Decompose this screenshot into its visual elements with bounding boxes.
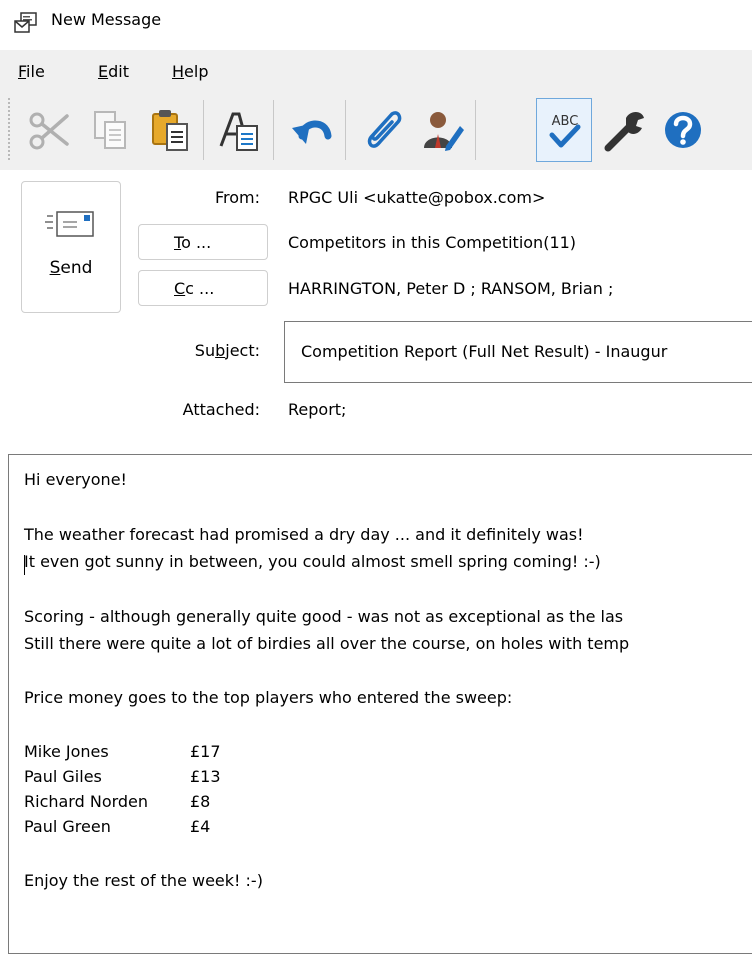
send-icon: [45, 211, 94, 237]
subject-label: Subject:: [150, 341, 260, 360]
sweep-player-amount: £4: [190, 817, 211, 836]
help-icon: [665, 112, 701, 148]
toolbar-grip[interactable]: [8, 98, 10, 162]
menu-bar: File Edit Help: [0, 50, 752, 90]
to-button-label: To ...: [174, 233, 211, 252]
undo-button[interactable]: [283, 98, 341, 162]
send-button[interactable]: Send: [21, 181, 121, 313]
to-button-accel: T: [174, 233, 182, 252]
sweep-player-amount: £13: [190, 767, 221, 786]
subject-value: Competition Report (Full Net Result) - I…: [301, 342, 668, 361]
toolbar-separator: [203, 100, 204, 160]
subject-label-accel: b: [215, 341, 226, 360]
message-body-editor[interactable]: Hi everyone! The weather forecast had pr…: [8, 454, 752, 954]
from-value: RPGC Uli <ukatte@pobox.com>: [288, 188, 546, 207]
title-bar: New Message: [0, 0, 752, 44]
cc-button-label: Cc ...: [174, 279, 214, 298]
attached-label: Attached:: [182, 400, 260, 419]
text-caret: [24, 555, 25, 575]
cc-button[interactable]: Cc ...: [138, 270, 268, 306]
menu-file-accel: F: [18, 62, 27, 81]
sweep-player-amount: £17: [190, 742, 221, 761]
menu-help-accel: H: [172, 62, 185, 81]
menu-edit-accel: E: [98, 62, 109, 81]
send-label-accel: S: [49, 258, 61, 278]
body-text-line: It even got sunny in between, you could …: [24, 552, 601, 571]
attached-value[interactable]: Report;: [288, 400, 346, 419]
toolbar: ABC: [0, 90, 752, 170]
menu-help[interactable]: Help: [172, 62, 208, 81]
spell-check-button[interactable]: ABC: [536, 98, 592, 162]
window-title: New Message: [51, 10, 162, 29]
sweep-player-name: Richard Norden: [24, 792, 149, 811]
undo-icon: [292, 120, 332, 144]
font-icon: [219, 112, 258, 151]
subject-label-pre: Su: [194, 341, 216, 360]
toolbar-separator: [345, 100, 346, 160]
sweep-player-amount: £8: [190, 792, 211, 811]
new-message-icon: [14, 12, 38, 34]
send-label: Send: [22, 258, 120, 278]
menu-file[interactable]: File: [18, 62, 45, 81]
cc-value[interactable]: HARRINGTON, Peter D ; RANSOM, Brian ;: [288, 279, 613, 298]
cc-button-accel: C: [174, 279, 186, 298]
menu-file-label: ile: [26, 62, 45, 81]
body-text-line: The weather forecast had promised a dry …: [24, 525, 584, 544]
from-label: From:: [214, 188, 260, 207]
toolbar-separator: [273, 100, 274, 160]
to-button-rest: o ...: [181, 233, 212, 252]
sweep-player-name: Paul Green: [24, 817, 111, 836]
to-button[interactable]: To ...: [138, 224, 268, 260]
to-value[interactable]: Competitors in this Competition(11): [288, 233, 576, 252]
body-text-line: Still there were quite a lot of birdies …: [24, 634, 630, 653]
sweep-player-name: Mike Jones: [24, 742, 109, 761]
cut-button[interactable]: [20, 98, 78, 162]
paste-icon: [152, 110, 188, 151]
menu-help-label: elp: [184, 62, 209, 81]
subject-label-post: ject:: [225, 341, 260, 360]
menu-edit[interactable]: Edit: [98, 62, 129, 81]
body-text-line: Scoring - although generally quite good …: [24, 607, 624, 626]
subject-input[interactable]: Competition Report (Full Net Result) - I…: [284, 321, 752, 383]
body-closing: Enjoy the rest of the week! :-): [24, 871, 263, 890]
menu-edit-label: dit: [108, 62, 129, 81]
spell-check-text: ABC: [552, 114, 579, 129]
toolbar-separator: [475, 100, 476, 160]
attach-icon: [367, 111, 402, 148]
spell-check-icon: ABC: [549, 114, 581, 148]
font-button[interactable]: [210, 98, 268, 162]
attach-button[interactable]: [353, 98, 411, 162]
cc-button-rest: c ...: [185, 279, 215, 298]
paste-button[interactable]: [140, 98, 198, 162]
help-button[interactable]: [656, 98, 714, 162]
copy-icon: [94, 111, 126, 149]
body-greeting: Hi everyone!: [24, 470, 127, 489]
settings-button[interactable]: [595, 98, 653, 162]
address-book-icon: [424, 112, 464, 151]
settings-icon: [604, 112, 644, 152]
copy-button[interactable]: [80, 98, 138, 162]
send-label-rest: end: [60, 258, 93, 278]
body-text-line: Price money goes to the top players who …: [24, 688, 513, 707]
sweep-player-name: Paul Giles: [24, 767, 102, 786]
address-book-button[interactable]: [413, 98, 471, 162]
cut-icon: [29, 112, 69, 150]
